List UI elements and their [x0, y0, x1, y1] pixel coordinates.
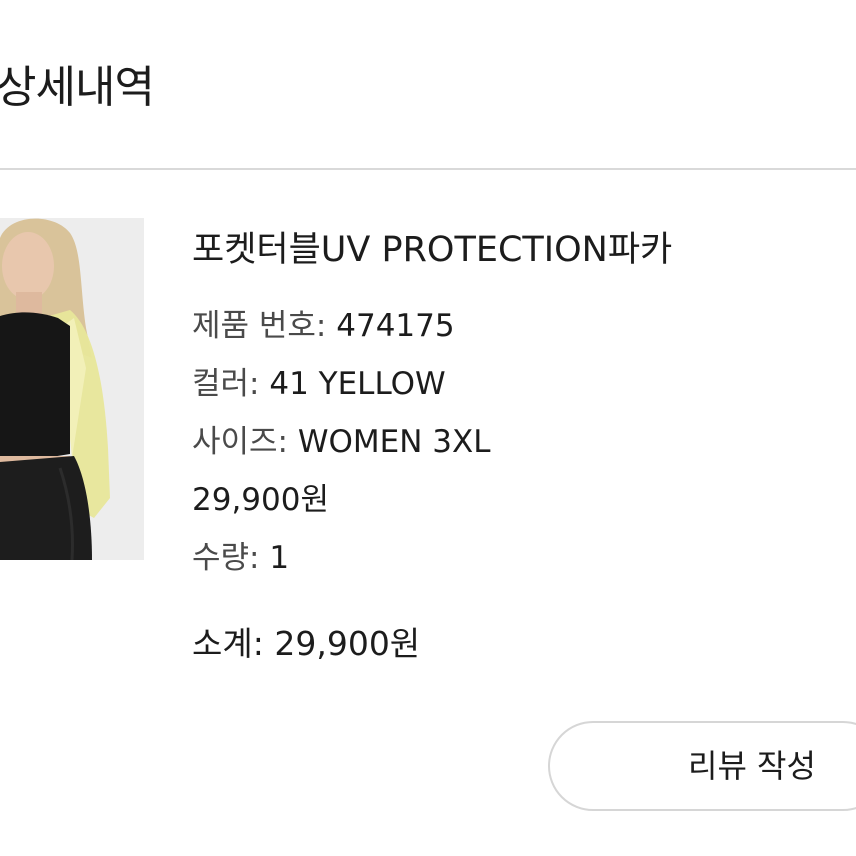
product-name[interactable]: 포켓터블UV PROTECTION파카: [192, 226, 672, 274]
color-value: 41 YELLOW: [269, 366, 446, 402]
product-number-label: 제품 번호:: [192, 308, 327, 344]
color-label: 컬러:: [192, 366, 260, 402]
subtotal-label: 소계:: [192, 624, 264, 663]
product-number-row: 제품 번호: 474175: [192, 304, 455, 348]
quantity-label: 수량:: [192, 540, 260, 576]
size-value: WOMEN 3XL: [297, 424, 491, 460]
subtotal-row: 소계: 29,900원: [192, 622, 420, 666]
product-number-value: 474175: [336, 308, 455, 344]
subtotal-value: 29,900원: [274, 624, 421, 663]
write-review-button[interactable]: 리뷰 작성: [548, 721, 856, 811]
header-divider: [0, 168, 856, 170]
price-row: 29,900원: [192, 478, 329, 522]
write-review-label: 리뷰 작성: [688, 747, 816, 785]
product-photo-icon: [0, 218, 144, 560]
quantity-row: 수량: 1: [192, 536, 289, 580]
quantity-value: 1: [269, 540, 290, 576]
size-label: 사이즈:: [192, 424, 289, 460]
size-row: 사이즈: WOMEN 3XL: [192, 420, 491, 464]
page-title: 상세내역: [0, 62, 155, 113]
color-row: 컬러: 41 YELLOW: [192, 362, 446, 406]
price-value: 29,900원: [192, 482, 329, 518]
product-image[interactable]: [0, 218, 144, 560]
order-detail-page: 상세내역 포켓터블UV PROTECTION파카 제품 번호: 474175 컬…: [0, 0, 856, 856]
